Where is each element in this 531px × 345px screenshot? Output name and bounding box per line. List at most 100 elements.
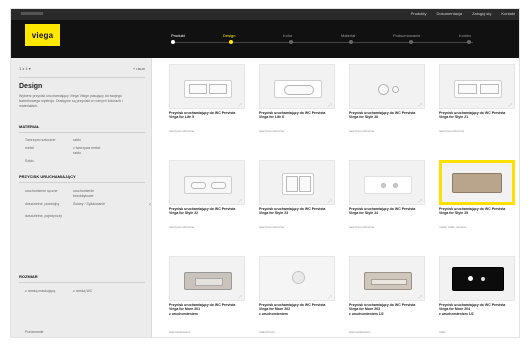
filter-option[interactable]: Szkło bbox=[25, 159, 34, 163]
product-image[interactable]: ⤢ bbox=[439, 64, 515, 109]
zoom-icon[interactable]: ⤢ bbox=[329, 198, 332, 203]
step-summary[interactable]: Podsumowanie bbox=[393, 33, 420, 38]
section-size-heading: ROZMIAR bbox=[19, 274, 38, 279]
product-title[interactable]: Przycisk uruchamiający do WC Prevista Vi… bbox=[439, 111, 515, 120]
product-image[interactable] bbox=[439, 256, 515, 301]
step-end[interactable]: Koniec bbox=[459, 33, 471, 38]
divider bbox=[19, 282, 145, 283]
top-link-products[interactable]: Produkty bbox=[411, 11, 427, 16]
product-image[interactable]: ⤢ bbox=[259, 160, 335, 205]
product-material: szkło bbox=[439, 330, 446, 334]
product-image[interactable]: ⤢ bbox=[259, 256, 335, 301]
zoom-icon[interactable]: ⤢ bbox=[239, 198, 242, 203]
product-material: tworzywo sztuczne bbox=[259, 225, 285, 229]
product-title[interactable]: Przycisk uruchamiający do WC Prevista Vi… bbox=[439, 303, 515, 316]
product-title[interactable]: Przycisk uruchamiający do WC Prevista Vi… bbox=[259, 207, 335, 216]
zoom-icon[interactable]: ⤢ bbox=[419, 294, 422, 299]
flush-sensor-dot bbox=[468, 276, 473, 281]
reset-filters-button[interactable]: + usuń bbox=[133, 66, 145, 71]
sidebar-description: Wybierz przycisk uruchamiający Viega Vis… bbox=[19, 94, 123, 108]
steps-progress-line bbox=[173, 42, 473, 43]
product-image[interactable]: ⤢ bbox=[169, 256, 245, 301]
flush-plate-icon bbox=[364, 80, 412, 98]
product-title[interactable]: Przycisk uruchamiający do WC Prevista Vi… bbox=[169, 111, 245, 120]
product-image[interactable]: ⤢ bbox=[349, 160, 425, 205]
product-material: tworzywo sztuczne bbox=[259, 129, 285, 133]
zoom-icon[interactable]: ⤢ bbox=[329, 294, 332, 299]
filter-option[interactable]: dwudzielne, podwójny bbox=[25, 202, 59, 206]
flush-plate-icon bbox=[184, 80, 232, 98]
top-link-contact[interactable]: Kontakt bbox=[501, 11, 515, 16]
configurator-steps: Produkt Design Kolor Materiał Podsumowan… bbox=[171, 33, 501, 47]
compare-toggle[interactable] bbox=[26, 337, 30, 338]
product-image[interactable] bbox=[439, 160, 515, 205]
top-link-docs[interactable]: Dokumentacja bbox=[437, 11, 463, 16]
viega-logo[interactable]: viega bbox=[25, 24, 60, 46]
step-design[interactable]: Design bbox=[223, 33, 235, 38]
flush-knob-icon bbox=[292, 271, 305, 284]
filter-option[interactable]: uruchomienie bezdotykowe bbox=[73, 189, 94, 198]
step-dot-material bbox=[349, 40, 353, 44]
product-image[interactable]: ⤢ bbox=[349, 64, 425, 109]
product-title[interactable]: Przycisk uruchamiający do WC Prevista Vi… bbox=[349, 303, 425, 316]
main-navbar: viega Produkt Design Kolor Materiał Pods… bbox=[11, 20, 519, 58]
zoom-icon[interactable]: ⤢ bbox=[419, 198, 422, 203]
filter-option[interactable]: Tworzywo sztuczne bbox=[25, 138, 55, 142]
product-title[interactable]: Przycisk uruchamiający do WC Prevista Vi… bbox=[259, 111, 335, 120]
filter-option[interactable]: metal bbox=[25, 146, 34, 150]
filter-option[interactable]: z ramką WC bbox=[73, 289, 92, 294]
filter-option[interactable]: szkło bbox=[73, 138, 81, 143]
step-dot-color bbox=[289, 40, 293, 44]
sidebar-header: 1 z 1 ▾ + usuń bbox=[19, 66, 145, 76]
step-product[interactable]: Produkt bbox=[171, 33, 185, 38]
product-title[interactable]: Przycisk uruchamiający do WC Prevista Vi… bbox=[439, 207, 515, 216]
filter-option[interactable]: dwudzielne, pojedynczy bbox=[25, 214, 62, 218]
divider bbox=[19, 77, 145, 78]
flush-button-small bbox=[189, 84, 207, 94]
flush-plate-icon bbox=[452, 173, 502, 193]
product-title[interactable]: Przycisk uruchamiający do WC Prevista Vi… bbox=[169, 303, 245, 316]
step-dot-summary bbox=[409, 40, 413, 44]
sidebar-title: Design bbox=[19, 83, 43, 90]
flush-plate-icon bbox=[274, 80, 322, 98]
product-image[interactable]: ⤢ bbox=[259, 64, 335, 109]
product-grid: ⤢ Przycisk uruchamiający do WC Prevista … bbox=[169, 64, 515, 337]
flush-button-dot bbox=[393, 183, 398, 188]
product-material: tworzywo sztuczne bbox=[439, 129, 465, 133]
flush-sensor-dot bbox=[481, 277, 485, 281]
product-material: metal, szkło, drewno bbox=[439, 225, 467, 229]
top-bar-breadcrumb bbox=[21, 12, 43, 15]
product-title[interactable]: Przycisk uruchamiający do WC Prevista Vi… bbox=[349, 111, 425, 120]
flush-button-large bbox=[299, 176, 311, 192]
step-material[interactable]: Materiał bbox=[341, 33, 355, 38]
zoom-icon[interactable]: ⤢ bbox=[509, 102, 512, 107]
flush-plate-icon bbox=[452, 267, 504, 291]
chevron-left-icon[interactable]: ‹ bbox=[149, 202, 151, 208]
flush-button-large bbox=[209, 84, 227, 94]
product-image[interactable]: ⤢ bbox=[349, 256, 425, 301]
product-title[interactable]: Przycisk uruchamiający do WC Prevista Vi… bbox=[169, 207, 245, 216]
flush-button-bar bbox=[371, 279, 407, 285]
product-image[interactable]: ⤢ bbox=[169, 64, 245, 109]
top-link-login[interactable]: Zaloguj się bbox=[472, 11, 491, 16]
zoom-icon[interactable]: ⤢ bbox=[239, 294, 242, 299]
product-image[interactable]: ⤢ bbox=[169, 160, 245, 205]
app-window: Produkty Dokumentacja Zaloguj się Kontak… bbox=[10, 8, 520, 338]
zoom-icon[interactable]: ⤢ bbox=[419, 102, 422, 107]
flush-button-small bbox=[458, 84, 477, 94]
product-title[interactable]: Przycisk uruchamiający do WC Prevista Vi… bbox=[259, 303, 335, 316]
filter-option[interactable]: z tworzywa metal. szkło bbox=[73, 146, 101, 155]
flush-button-pill bbox=[284, 85, 314, 95]
flush-button-round bbox=[392, 86, 399, 93]
pager[interactable]: 1 z 1 ▾ bbox=[19, 66, 31, 71]
filter-option[interactable]: Ściany / Spłukiwanie bbox=[73, 202, 105, 207]
filter-option[interactable]: z ramką maskującą bbox=[25, 289, 55, 293]
top-links: Produkty Dokumentacja Zaloguj się Kontak… bbox=[411, 11, 515, 16]
filter-option[interactable]: uruchomienie ręczne bbox=[25, 189, 58, 193]
step-color[interactable]: Kolor bbox=[283, 33, 292, 38]
top-bar: Produkty Dokumentacja Zaloguj się Kontak… bbox=[11, 9, 519, 20]
zoom-icon[interactable]: ⤢ bbox=[329, 102, 332, 107]
zoom-icon[interactable]: ⤢ bbox=[239, 102, 242, 107]
product-title[interactable]: Przycisk uruchamiający do WC Prevista Vi… bbox=[349, 207, 425, 216]
flush-button-bar bbox=[195, 278, 223, 286]
